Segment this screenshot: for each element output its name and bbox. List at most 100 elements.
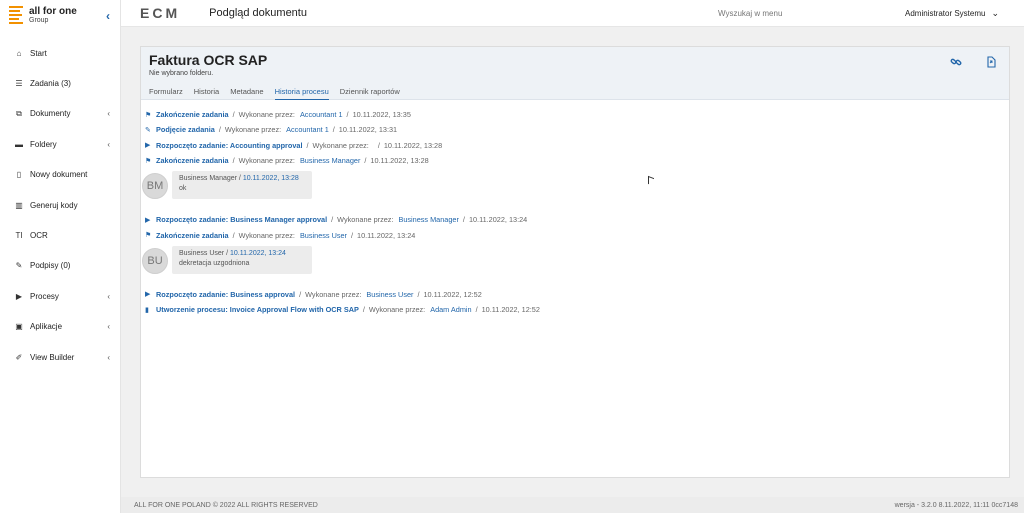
chevron-left-icon[interactable]: ‹ [107, 322, 110, 331]
sidebar-item-ocr[interactable]: TI OCR [0, 220, 120, 250]
user-name: Administrator Systemu [905, 8, 986, 18]
comment-bubble: Business Manager / 10.11.2022, 13:28 ok [172, 171, 312, 200]
comment-meta: Business Manager / 10.11.2022, 13:28 [179, 175, 305, 182]
history-event: ✎ Podjęcie zadania / Wykonane przez: Account… [145, 122, 1005, 137]
collapse-sidebar-icon[interactable]: ‹ [106, 9, 110, 23]
play-icon: ▶ [145, 216, 151, 224]
history-event-user[interactable]: Adam Admin [430, 305, 471, 314]
history-event: ⚑ Zakończenie zadania / Wykonane przez: Acco… [145, 107, 1005, 122]
sidebar-item-dokumenty[interactable]: ⧉ Dokumenty ‹ [0, 99, 120, 129]
sidebar-item-podpisy-0[interactable]: ✎ Podpisy (0) [0, 251, 120, 281]
tab-metadane[interactable]: Metadane [230, 87, 263, 100]
comment-author: Business User [179, 249, 225, 257]
wrench-icon: ✐ [15, 352, 23, 362]
performed-by-label: Wykonane przez: [238, 110, 295, 120]
list-icon: ☰ [15, 79, 23, 89]
menu-search-input[interactable]: Wyszukaj w menu [718, 9, 782, 18]
tab-formularz[interactable]: Formularz [149, 87, 183, 100]
logo-title: all for one [29, 5, 77, 17]
comment-date[interactable]: 10.11.2022, 13:28 [243, 175, 299, 182]
performed-by-label: Wykonane przez: [224, 125, 282, 135]
process-history: ⚑ Zakończenie zadania / Wykonane przez: Acco… [142, 107, 1005, 317]
sidebar-item-view-builder[interactable]: ✐ View Builder ‹ [0, 342, 120, 372]
sidebar-item-label: Podpisy (0) [30, 261, 71, 271]
document-folder-status: Nie wybrano folderu. [149, 70, 214, 77]
history-event: ⚑ Zakończenie zadania / Wykonane przez: Busi… [145, 153, 1005, 168]
history-event-date: 10.11.2022, 13:24 [468, 215, 528, 225]
tab-dziennik-raportów[interactable]: Dziennik raportów [340, 87, 400, 100]
history-event-user[interactable]: Accountant 1 [300, 110, 343, 119]
user-menu[interactable]: Administrator Systemu ⌄ [905, 8, 999, 19]
mouse-cursor-icon [648, 175, 654, 187]
history-event-name[interactable]: Utworzenie procesu: Invoice Approval Flo… [156, 305, 359, 314]
comment-author: Business Manager [179, 175, 237, 183]
topbar: ECM Podgląd dokumentu Wyszukaj w menu Ad… [121, 0, 1024, 27]
export-file-icon[interactable] [985, 56, 997, 68]
folder-icon: ▬ [15, 139, 23, 149]
tab-historia-procesu[interactable]: Historia procesu [274, 87, 329, 100]
history-event-name[interactable]: Zakończenie zadania [156, 110, 229, 119]
history-event-date: 10.11.2022, 13:24 [357, 230, 416, 240]
sidebar-item-nowy-dokument[interactable]: ▯ Nowy dokument [0, 160, 120, 190]
chevron-left-icon[interactable]: ‹ [107, 292, 110, 301]
separator: / [299, 289, 302, 299]
document-title: Faktura OCR SAP [149, 52, 268, 68]
performed-by-label: Wykonane przez: [305, 289, 362, 299]
sidebar-item-label: Procesy [30, 291, 59, 301]
sidebar-item-label: Foldery [30, 139, 57, 149]
history-comment: BM Business Manager / 10.11.2022, 13:28 ok [142, 171, 1005, 211]
sidebar-item-start[interactable]: ⌂ Start [0, 38, 120, 68]
sidebar: all for one Group ‹ ⌂ Start ☰ Zadania (3) ⧉ D… [0, 0, 121, 513]
history-event-user[interactable]: Business User [300, 231, 347, 240]
sidebar-item-label: Nowy dokument [30, 170, 88, 180]
history-event-date: 10.11.2022, 13:31 [338, 125, 398, 135]
chevron-left-icon[interactable]: ‹ [107, 140, 110, 149]
sidebar-item-generuj-kody[interactable]: ▥ Generuj kody [0, 190, 120, 220]
sidebar-item-procesy[interactable]: ▶ Procesy ‹ [0, 281, 120, 311]
sidebar-item-zadania-3[interactable]: ☰ Zadania (3) [0, 68, 120, 98]
sidebar-item-aplikacje[interactable]: ▣ Aplikacje ‹ [0, 312, 120, 342]
history-event-user[interactable]: Business Manager [300, 156, 360, 165]
history-event-date: 10.11.2022, 13:28 [370, 156, 429, 166]
separator: / [346, 110, 349, 120]
performed-by-label: Wykonane przez: [238, 230, 295, 240]
link-icon[interactable] [950, 56, 962, 68]
flag-icon: ⚑ [145, 232, 152, 240]
history-event-user[interactable]: Accountant 1 [286, 125, 329, 134]
history-event-name[interactable]: Zakończenie zadania [156, 231, 229, 240]
tab-historia[interactable]: Historia [194, 87, 219, 100]
separator: / [232, 230, 235, 240]
chevron-left-icon[interactable]: ‹ [107, 109, 110, 118]
separator: / [462, 215, 465, 225]
play-icon: ▶ [15, 291, 23, 301]
footer-version: wersja - 3.2.0 8.11.2022, 11:11 0cc7148 [894, 501, 1018, 509]
file-icon: ▮ [145, 306, 149, 314]
history-event-name[interactable]: Podjęcie zadania [156, 125, 215, 134]
chevron-down-icon[interactable]: ⌄ [991, 8, 999, 19]
history-event-name[interactable]: Rozpoczęto zadanie: Business Manager app… [156, 215, 327, 224]
chevron-left-icon[interactable]: ‹ [107, 353, 110, 362]
text-icon: TI [15, 231, 23, 241]
history-event-name[interactable]: Zakończenie zadania [156, 156, 229, 165]
comment-date[interactable]: 10.11.2022, 13:24 [230, 250, 286, 257]
separator: / [377, 140, 380, 150]
avatar: BU [142, 247, 168, 274]
play-icon: ▶ [145, 142, 151, 150]
footer-copyright: ALL FOR ONE POLAND © 2022 ALL RIGHTS RES… [134, 501, 318, 509]
history-event-name[interactable]: Rozpoczęto zadanie: Business approval [156, 290, 295, 299]
logo[interactable]: all for one Group ‹ [0, 0, 120, 30]
separator: / [417, 289, 420, 299]
logo-subtitle: Group [29, 16, 49, 24]
sidebar-item-foldery[interactable]: ▬ Foldery ‹ [0, 129, 120, 159]
app-brand[interactable]: ECM [140, 5, 180, 21]
history-event-user[interactable]: Business User [366, 290, 413, 299]
separator: / [362, 305, 365, 315]
edit-icon: ✎ [145, 126, 151, 134]
flag-icon: ⚑ [145, 111, 152, 119]
footer: ALL FOR ONE POLAND © 2022 ALL RIGHTS RES… [121, 497, 1024, 513]
history-event-name[interactable]: Rozpoczęto zadanie: Accounting approval [156, 141, 303, 150]
history-event: ▶ Rozpoczęto zadanie: Accounting approval… [145, 138, 1005, 153]
history-event-user[interactable]: Business Manager [398, 215, 458, 224]
document-tabs: Formularz Historia Metadane Historia proces… [149, 87, 411, 100]
separator: / [475, 305, 478, 315]
